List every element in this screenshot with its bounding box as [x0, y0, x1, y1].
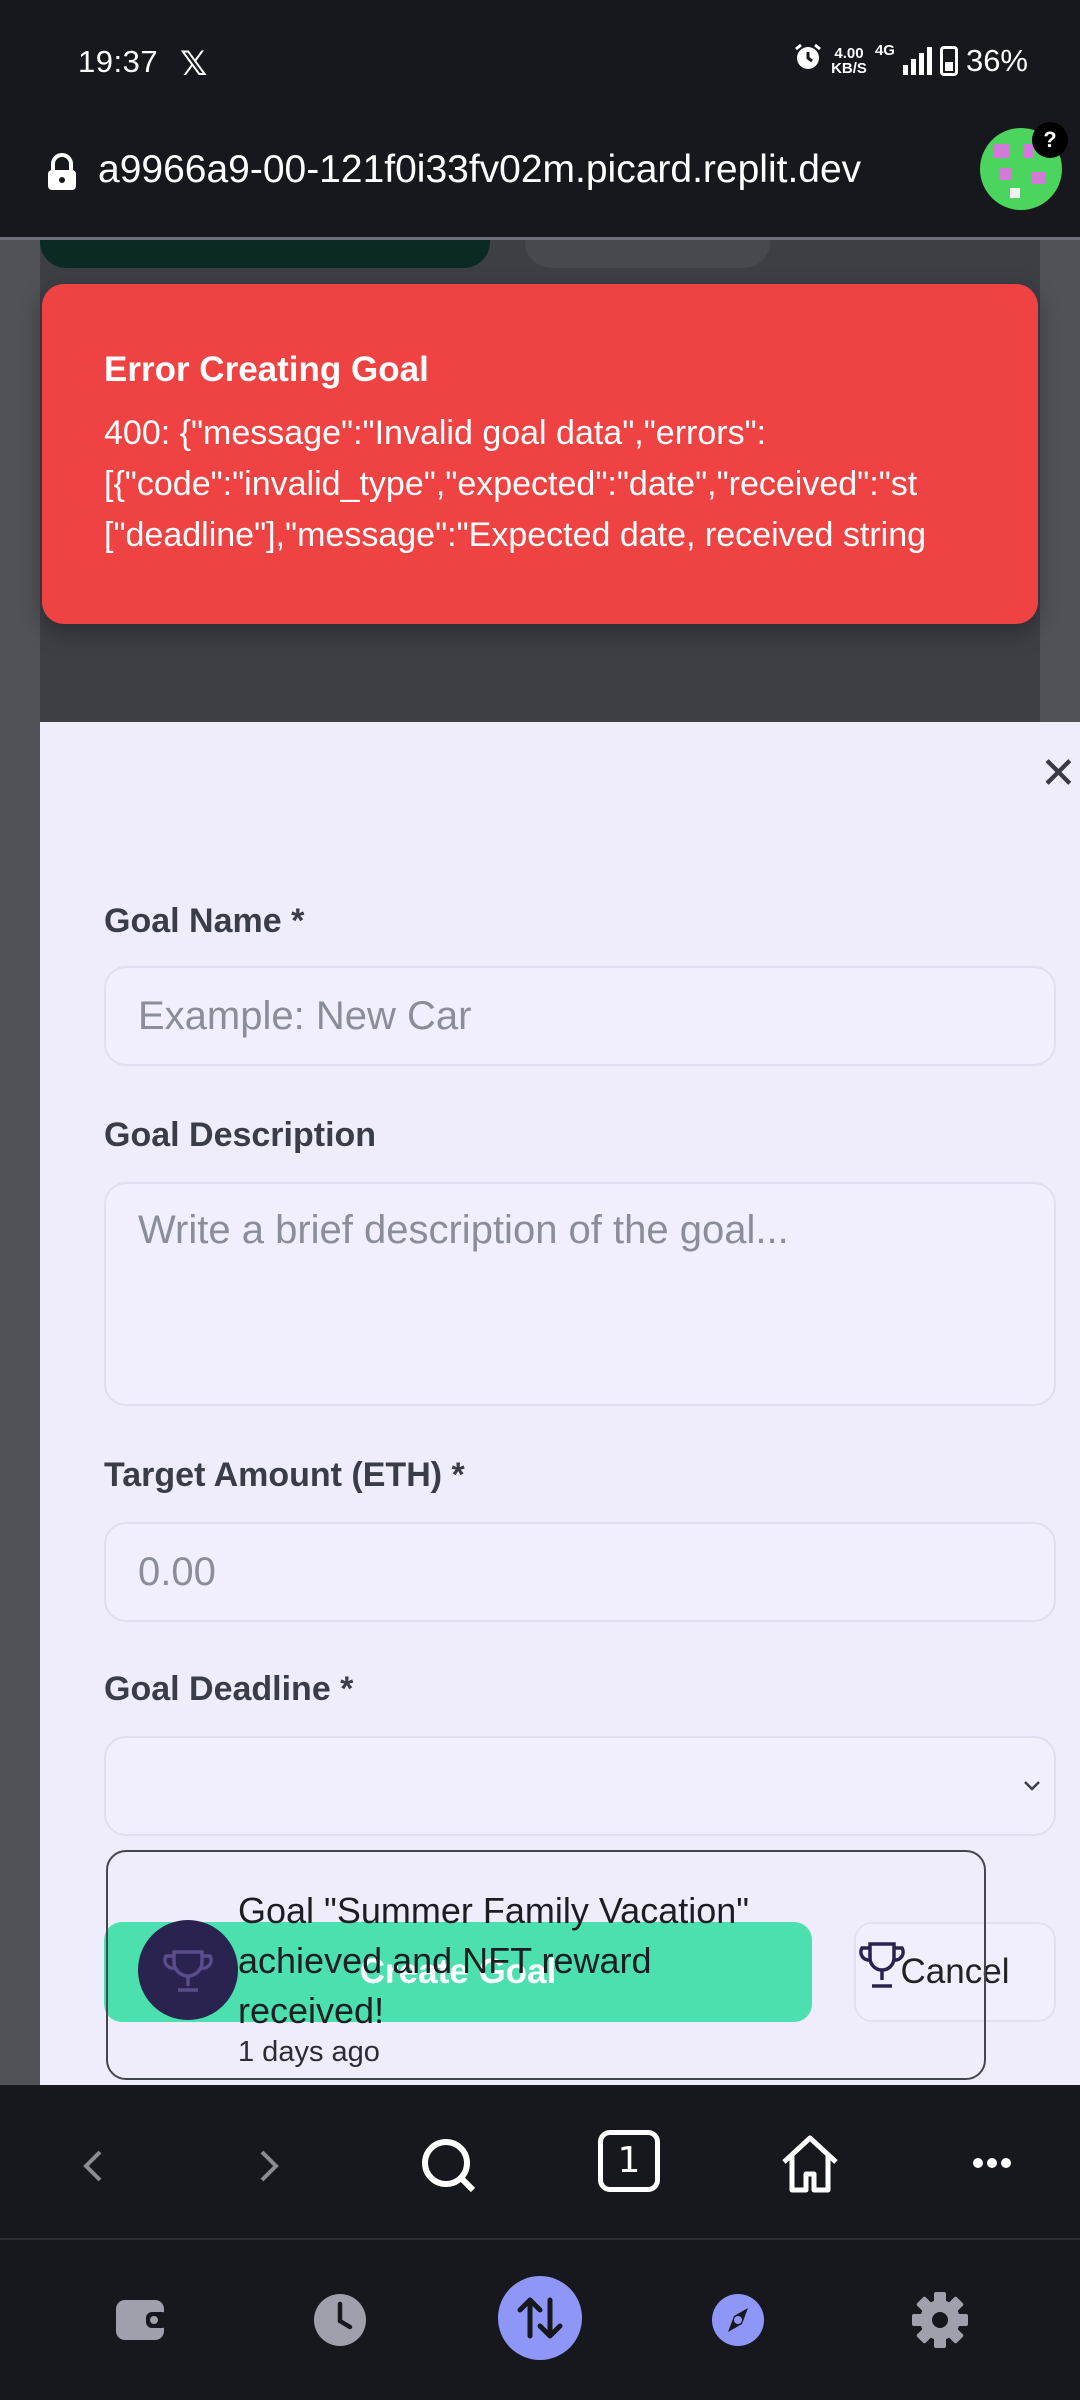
target-amount-input[interactable]: 0.00	[104, 1522, 1056, 1622]
lock-icon	[44, 152, 80, 197]
error-message-line: ["deadline"],"message":"Expected date, r…	[104, 516, 927, 554]
goal-deadline-label: Goal Deadline *	[104, 1670, 354, 1708]
explore-icon[interactable]	[710, 2278, 766, 2363]
battery-icon	[939, 46, 958, 76]
more-icon[interactable]	[970, 2130, 1014, 2205]
search-icon[interactable]	[418, 2130, 480, 2205]
signal-icon	[902, 47, 932, 75]
status-bar: 19:37 𝕏 4.00 KB/S 4G 36%	[0, 0, 1080, 120]
network-type: 4G	[874, 42, 895, 59]
background-tab	[525, 240, 770, 268]
error-toast[interactable]: Error Creating Goal 400: {"message":"Inv…	[42, 284, 1038, 624]
app-bottom-nav	[0, 2240, 1080, 2400]
browser-toolbar: 1	[0, 2085, 1080, 2240]
trophy-outline-icon	[852, 1936, 912, 2001]
error-title: Error Creating Goal	[104, 350, 429, 389]
browser-url-bar: a9966a9-00-121f0i33fv02m.picard.replit.d…	[0, 120, 1080, 240]
swap-icon[interactable]	[498, 2276, 582, 2360]
gear-icon[interactable]	[910, 2278, 970, 2363]
error-message-line: 400: {"message":"Invalid goal data","err…	[104, 414, 767, 452]
background-tab-active	[40, 240, 490, 268]
target-amount-placeholder: 0.00	[138, 1550, 216, 1594]
chevron-down-icon	[1020, 1738, 1044, 1869]
help-badge[interactable]: ?	[1032, 122, 1068, 158]
trophy-icon	[138, 1920, 238, 2020]
goal-deadline-select[interactable]	[104, 1736, 1056, 1836]
target-amount-label: Target Amount (ETH) *	[104, 1456, 465, 1494]
goal-description-label: Goal Description	[104, 1116, 377, 1154]
goal-name-placeholder: Example: New Car	[138, 994, 472, 1038]
tabs-count-button[interactable]: 1	[598, 2130, 660, 2192]
notification-item: Goal "Summer Family Vacation" achieved a…	[106, 1850, 986, 2080]
forward-icon[interactable]	[250, 2130, 290, 2205]
url-text[interactable]: a9966a9-00-121f0i33fv02m.picard.replit.d…	[98, 148, 938, 192]
home-icon[interactable]	[778, 2130, 842, 2205]
notification-text: Goal "Summer Family Vacation" achieved a…	[238, 1890, 750, 2031]
battery-percent: 36%	[965, 43, 1028, 78]
status-icons: 4.00 KB/S 4G 36%	[793, 42, 1028, 80]
close-icon[interactable]: ✕	[1040, 748, 1077, 799]
notification-time: 1 days ago	[238, 2036, 380, 2068]
x-logo-icon: 𝕏	[180, 45, 208, 83]
goal-name-input[interactable]: Example: New Car	[104, 966, 1056, 1066]
clock: 19:37	[78, 44, 159, 79]
back-icon[interactable]	[72, 2130, 112, 2205]
network-speed-unit: KB/S	[831, 60, 867, 77]
goal-name-label: Goal Name *	[104, 902, 305, 940]
goal-description-placeholder: Write a brief description of the goal...	[138, 1208, 789, 1252]
alarm-icon	[793, 42, 823, 80]
error-message: 400: {"message":"Invalid goal data","err…	[104, 408, 926, 561]
goal-description-textarea[interactable]: Write a brief description of the goal...	[104, 1182, 1056, 1406]
wallet-icon[interactable]	[112, 2278, 168, 2363]
error-message-line: [{"code":"invalid_type","expected":"date…	[104, 465, 918, 503]
history-icon[interactable]	[310, 2278, 370, 2363]
network-speed: 4.00 KB/S	[831, 46, 867, 76]
